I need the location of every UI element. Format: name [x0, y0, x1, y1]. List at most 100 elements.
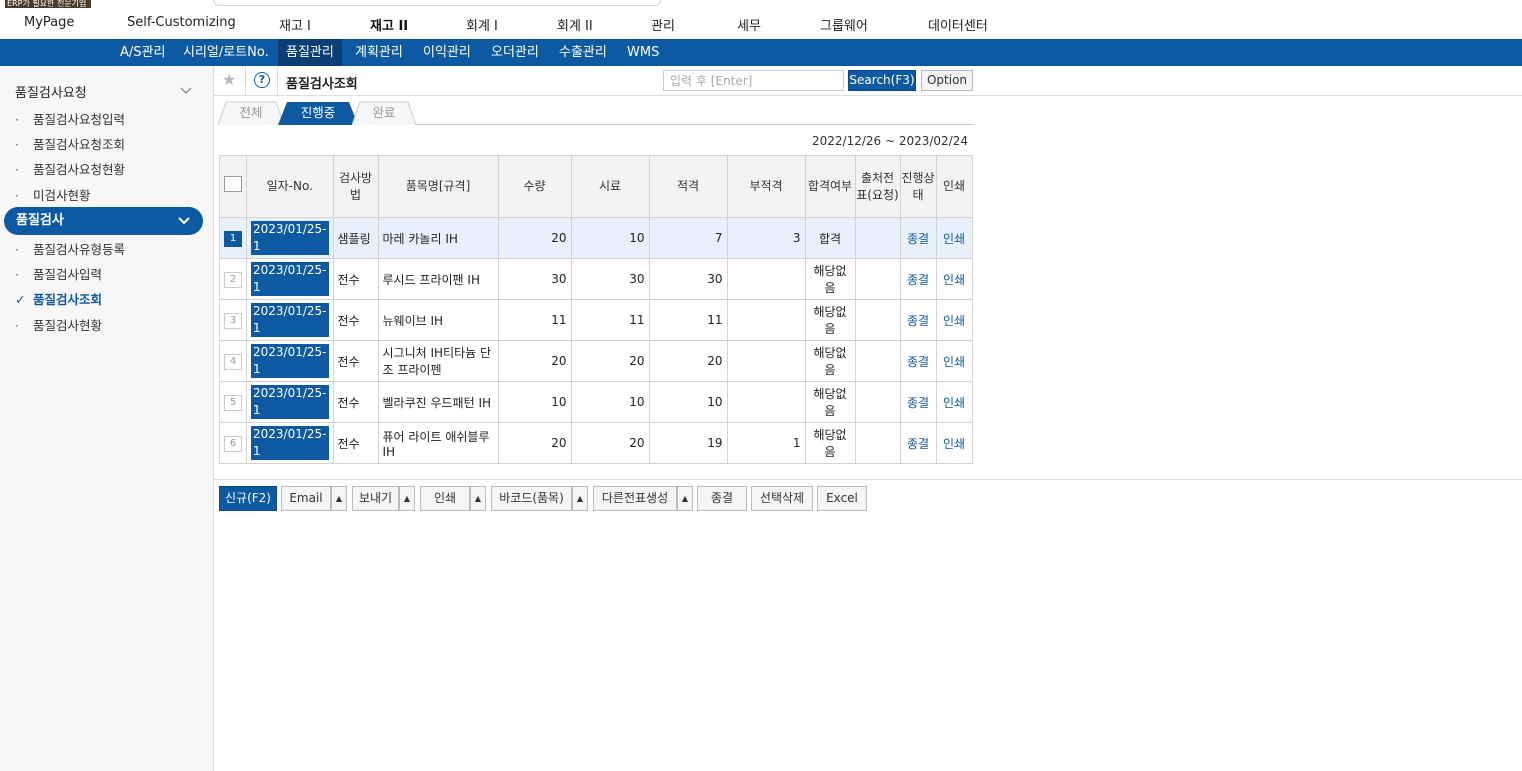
top-menu-groupware[interactable]: 그룹웨어: [820, 15, 868, 34]
print-link[interactable]: 인쇄: [943, 232, 965, 246]
status-link[interactable]: 종결: [907, 232, 929, 246]
option-button[interactable]: Option: [921, 70, 973, 91]
sidebar-item-request-inquiry[interactable]: · 품질검사요청조회: [15, 134, 125, 153]
top-menu-inventory-1[interactable]: 재고 I: [279, 15, 311, 34]
col-header-pass[interactable]: 적격: [648, 155, 728, 218]
date-no-link[interactable]: 2023/01/25-1: [251, 426, 329, 460]
status-link[interactable]: 종결: [907, 273, 929, 287]
top-menu-inventory-2[interactable]: 재고 II: [370, 15, 408, 34]
col-header-sample[interactable]: 시료: [570, 155, 650, 218]
status-link[interactable]: 종결: [907, 437, 929, 451]
top-search-box[interactable]: [213, 0, 661, 6]
col-header-fail[interactable]: 부적격: [726, 155, 806, 218]
print-link[interactable]: 인쇄: [943, 273, 965, 287]
select-all-checkbox[interactable]: [224, 176, 242, 192]
sidebar-item-type-register[interactable]: · 품질검사유형등록: [15, 239, 125, 258]
sidebar-item-inspection-input[interactable]: · 품질검사입력: [15, 264, 102, 283]
sidebar-item-uninspected[interactable]: · 미검사현황: [15, 185, 91, 204]
close-slip-button[interactable]: 종결: [697, 486, 747, 511]
send-dropdown-arrow-icon[interactable]: ▲: [399, 486, 415, 511]
print-button[interactable]: 인쇄: [420, 486, 470, 511]
top-menu-self-customizing[interactable]: Self-Customizing: [127, 15, 236, 30]
print-dropdown-arrow-icon[interactable]: ▲: [470, 486, 486, 511]
top-menu-tax[interactable]: 세무: [737, 15, 761, 34]
sub-menu-export[interactable]: 수출관리: [551, 39, 615, 66]
sub-menu-as[interactable]: A/S관리: [112, 39, 173, 66]
date-no-link[interactable]: 2023/01/25-1: [251, 303, 329, 337]
col-header-result[interactable]: 합격여부: [804, 155, 856, 218]
search-button[interactable]: Search(F3): [848, 70, 916, 91]
sidebar-section-inspection-request[interactable]: 품질검사요청: [15, 82, 87, 101]
date-no-link[interactable]: 2023/01/25-1: [251, 344, 329, 378]
top-menu-accounting-1[interactable]: 회계 I: [466, 15, 498, 34]
other-slip-button[interactable]: 다른전표생성: [593, 486, 677, 511]
print-link[interactable]: 인쇄: [943, 355, 965, 369]
email-dropdown-arrow-icon[interactable]: ▲: [331, 486, 347, 511]
barcode-dropdown-arrow-icon[interactable]: ▲: [572, 486, 588, 511]
row-number[interactable]: 5: [224, 394, 242, 411]
top-menu-mypage[interactable]: MyPage: [24, 15, 74, 30]
sub-menu-serial-lot[interactable]: 시리얼/로트No.: [175, 39, 277, 66]
chevron-down-icon[interactable]: [180, 85, 192, 97]
print-link[interactable]: 인쇄: [943, 314, 965, 328]
sub-menu-order[interactable]: 오더관리: [483, 39, 547, 66]
col-header-qty[interactable]: 수량: [497, 155, 572, 218]
table-row[interactable]: 1 2023/01/25-1 샘플링 마레 카놀리 IH 20 10 7 3 합…: [219, 217, 973, 259]
col-header-source[interactable]: 출처전표(요청): [854, 155, 901, 218]
sidebar-section-inspection[interactable]: 품질검사: [4, 207, 203, 235]
sub-menu-wms[interactable]: WMS: [619, 39, 667, 66]
top-menu-data-center[interactable]: 데이터센터: [928, 15, 988, 34]
print-link[interactable]: 인쇄: [943, 437, 965, 451]
col-header-status[interactable]: 진행상태: [899, 155, 937, 218]
tab-all[interactable]: 전체: [218, 101, 284, 125]
table-row[interactable]: 5 2023/01/25-1 전수 벨라쿠진 우드패턴 IH 10 10 10 …: [219, 381, 973, 423]
date-no-link[interactable]: 2023/01/25-1: [251, 221, 329, 255]
row-number[interactable]: 3: [224, 312, 242, 329]
row-number[interactable]: 6: [224, 435, 242, 452]
date-no-link[interactable]: 2023/01/25-1: [251, 262, 329, 296]
send-button[interactable]: 보내기: [352, 486, 399, 511]
item-cell: 뉴웨이브 IH: [377, 299, 499, 341]
excel-button[interactable]: Excel: [817, 486, 867, 511]
table-row[interactable]: 2 2023/01/25-1 전수 루시드 프라이팬 IH 30 30 30 해…: [219, 258, 973, 300]
help-icon[interactable]: ?: [254, 72, 270, 88]
table-row[interactable]: 4 2023/01/25-1 전수 시그니처 IH티타늄 단조 프라이펜 20 …: [219, 340, 973, 382]
sidebar-item-request-status[interactable]: · 품질검사요청현황: [15, 159, 125, 178]
top-menu-accounting-2[interactable]: 회계 II: [557, 15, 593, 34]
status-link[interactable]: 종결: [907, 314, 929, 328]
result-cell: 해당없음: [804, 381, 856, 423]
row-number[interactable]: 2: [224, 271, 242, 288]
status-link[interactable]: 종결: [907, 355, 929, 369]
bullet-icon: ·: [15, 112, 19, 127]
item-cell: 벨라쿠진 우드패턴 IH: [377, 381, 499, 423]
search-input[interactable]: [663, 70, 844, 91]
status-link[interactable]: 종결: [907, 396, 929, 410]
table-row[interactable]: 3 2023/01/25-1 전수 뉴웨이브 IH 11 11 11 해당없음 …: [219, 299, 973, 341]
tab-complete[interactable]: 완료: [352, 101, 416, 125]
col-header-date-no[interactable]: 일자-No.: [246, 155, 334, 218]
sidebar-item-inspection-inquiry[interactable]: ✓ 품질검사조회: [15, 289, 102, 308]
tab-in-progress[interactable]: 진행중: [278, 101, 358, 125]
row-number[interactable]: 1: [224, 230, 242, 247]
new-button[interactable]: 신규(F2): [219, 486, 277, 511]
other-slip-dropdown-arrow-icon[interactable]: ▲: [677, 486, 693, 511]
email-button[interactable]: Email: [281, 486, 331, 511]
table-row[interactable]: 6 2023/01/25-1 전수 퓨어 라이트 애쉬블루 IH 20 20 1…: [219, 422, 973, 464]
sidebar-item-inspection-status[interactable]: · 품질검사현황: [15, 315, 102, 334]
delete-selected-button[interactable]: 선택삭제: [751, 486, 813, 511]
top-menu-management[interactable]: 관리: [651, 15, 675, 34]
sub-menu-profit[interactable]: 이익관리: [415, 39, 479, 66]
sidebar-item-request-input[interactable]: · 품질검사요청입력: [15, 109, 125, 128]
row-number[interactable]: 4: [224, 353, 242, 370]
barcode-button[interactable]: 바코드(품목): [491, 486, 572, 511]
date-no-link[interactable]: 2023/01/25-1: [251, 385, 329, 419]
favorite-star-icon[interactable]: ★: [222, 70, 236, 89]
source-cell: [854, 299, 901, 341]
col-header-item[interactable]: 품목명[규격]: [377, 155, 499, 218]
sub-menu-planning[interactable]: 계획관리: [347, 39, 411, 66]
col-header-method[interactable]: 검사방법: [332, 155, 379, 218]
col-header-print[interactable]: 인쇄: [935, 155, 973, 218]
date-no-cell: 2023/01/25-1: [246, 258, 334, 300]
sub-menu-quality[interactable]: 품질관리: [278, 39, 342, 66]
print-link[interactable]: 인쇄: [943, 396, 965, 410]
